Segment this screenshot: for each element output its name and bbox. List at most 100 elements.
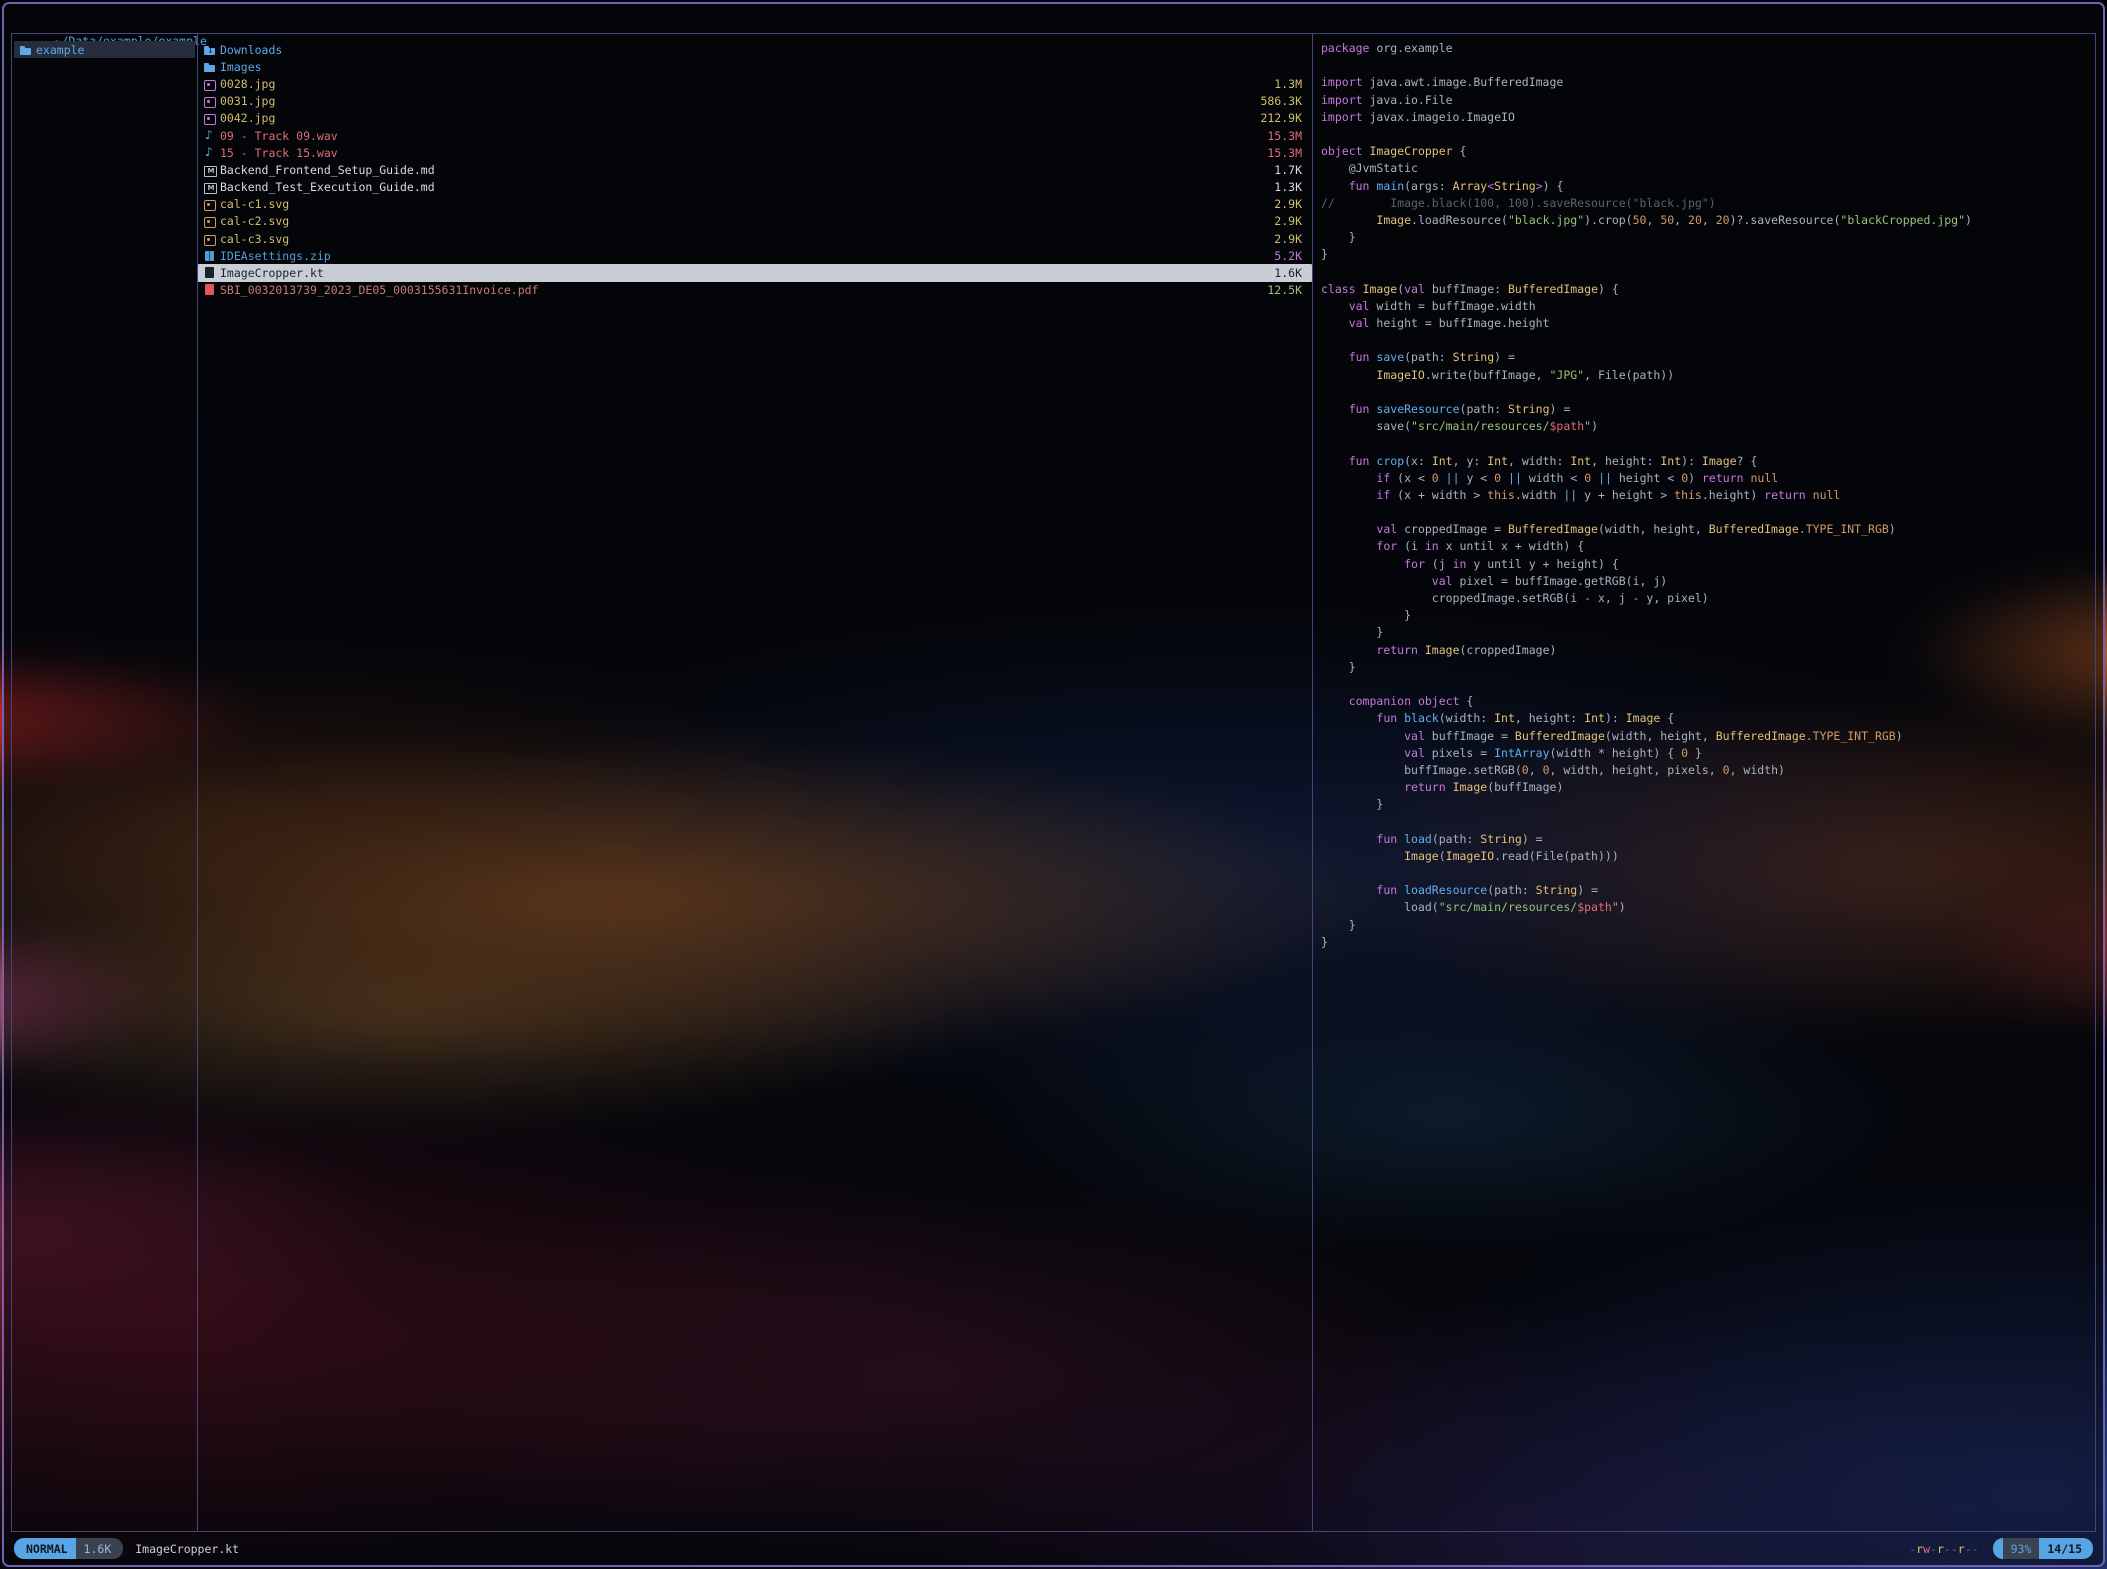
file-row[interactable]: Images xyxy=(198,58,1312,75)
image-icon xyxy=(204,198,216,210)
file-name: SBI_0032013739_2023_DE05_0003155631Invoi… xyxy=(220,283,539,297)
header-breadcrumb: ~/Data/example/example xyxy=(13,8,207,30)
file-name: Backend_Test_Execution_Guide.md xyxy=(220,180,435,194)
code-line: val pixels = IntArray(width * height) { … xyxy=(1321,745,2089,762)
file-row[interactable]: 0028.jpg1.3M xyxy=(198,75,1312,92)
folder-icon xyxy=(204,61,216,73)
code-line: @JvmStatic xyxy=(1321,160,2089,177)
code-line: load("src/main/resources/$path") xyxy=(1321,899,2089,916)
file-size: 586.3K xyxy=(1248,94,1302,108)
file-row-selected[interactable]: ImageCropper.kt 1.6K xyxy=(198,264,1312,281)
code-line: fun black(width: Int, height: Int): Imag… xyxy=(1321,710,2089,727)
file-name: cal-c3.svg xyxy=(220,232,289,246)
file-name: 15 - Track 15.wav xyxy=(220,146,338,160)
audio-icon xyxy=(204,147,216,159)
file-row[interactable]: 15 - Track 15.wav15.3M xyxy=(198,144,1312,161)
file-name: Backend_Frontend_Setup_Guide.md xyxy=(220,163,435,177)
files-pane: ↓Downloads Images0028.jpg1.3M 0031.jpg 586.… xyxy=(198,34,1313,1531)
file-name: Images xyxy=(220,60,262,74)
parent-dir-row-selected[interactable]: example xyxy=(14,41,195,58)
code-line: fun crop(x: Int, y: Int, width: Int, hei… xyxy=(1321,453,2089,470)
status-right: -rw-r--r-- 93% 14/15 xyxy=(1909,1538,2093,1559)
code-line: val width = buffImage.width xyxy=(1321,298,2089,315)
image-icon xyxy=(204,78,216,90)
file-manager: example ↓DownloadsImages0028.jpg1.3M0031… xyxy=(11,33,2096,1532)
file-row[interactable]: 0042.jpg 212.9K xyxy=(198,110,1312,127)
file-name: 09 - Track 09.wav xyxy=(220,129,338,143)
code-line xyxy=(1321,332,2089,349)
file-size: 2.9K xyxy=(1262,197,1302,211)
file-row[interactable]: Backend_Test_Execution_Guide.md 1.3K xyxy=(198,179,1312,196)
code-line: return Image(croppedImage) xyxy=(1321,642,2089,659)
code-line xyxy=(1321,263,2089,280)
status-filename: ImageCropper.kt xyxy=(135,1542,239,1556)
file-row[interactable]: ↓Downloads xyxy=(198,41,1312,58)
file-size: 212.9K xyxy=(1248,111,1302,125)
status-left: NORMAL 1.6K ImageCropper.kt xyxy=(14,1538,239,1559)
file-row[interactable]: cal-c2.svg 2.9K xyxy=(198,213,1312,230)
code-line: fun saveResource(path: String) = xyxy=(1321,401,2089,418)
preview-pane: package org.example import java.awt.imag… xyxy=(1313,34,2095,1531)
code-line: ImageIO.write(buffImage, "JPG", File(pat… xyxy=(1321,367,2089,384)
file-size: 1.6K xyxy=(1262,266,1302,280)
code-line: val buffImage = BufferedImage(width, hei… xyxy=(1321,728,2089,745)
code-line xyxy=(1321,865,2089,882)
file-row[interactable]: Backend_Frontend_Setup_Guide.md 1.7K xyxy=(198,161,1312,178)
file-size: 1.7K xyxy=(1262,163,1302,177)
code-line: fun loadResource(path: String) = xyxy=(1321,882,2089,899)
code-line: class Image(val buffImage: BufferedImage… xyxy=(1321,281,2089,298)
file-row[interactable]: IDEAsettings.zip5.2K xyxy=(198,247,1312,264)
status-bar: NORMAL 1.6K ImageCropper.kt -rw-r--r-- 9… xyxy=(14,1538,2093,1559)
permissions-text: -rw-r--r-- xyxy=(1909,1542,1978,1556)
file-name: cal-c2.svg xyxy=(220,214,289,228)
code-line: } xyxy=(1321,607,2089,624)
file-size-badge: 1.6K xyxy=(76,1538,124,1559)
archive-icon xyxy=(204,250,216,262)
parent-pane: example xyxy=(12,34,198,1531)
code-line xyxy=(1321,676,2089,693)
file-size: 15.3M xyxy=(1255,129,1302,143)
code-line: import java.awt.image.BufferedImage xyxy=(1321,74,2089,91)
code-line: } xyxy=(1321,624,2089,641)
file-row[interactable]: 09 - Track 09.wav 15.3M xyxy=(198,127,1312,144)
terminal-window: ~/Data/example/example example ↓Download… xyxy=(2,2,2105,1567)
file-row[interactable]: SBI_0032013739_2023_DE05_0003155631Invoi… xyxy=(198,282,1312,299)
code-line: Image.loadResource("black.jpg").crop(50,… xyxy=(1321,212,2089,229)
code-line: fun main(args: Array<String>) { xyxy=(1321,178,2089,195)
image-icon xyxy=(204,95,216,107)
code-line: } xyxy=(1321,659,2089,676)
scroll-percent-badge: 93% xyxy=(2003,1538,2040,1559)
code-line: return Image(buffImage) xyxy=(1321,779,2089,796)
code-line: } xyxy=(1321,796,2089,813)
file-name: IDEAsettings.zip xyxy=(220,249,331,263)
audio-icon xyxy=(204,130,216,142)
image-icon xyxy=(204,233,216,245)
file-name: 0028.jpg xyxy=(220,77,275,91)
file-name: 0031.jpg xyxy=(220,94,275,108)
code-line: fun load(path: String) = xyxy=(1321,831,2089,848)
file-size: 2.9K xyxy=(1262,214,1302,228)
code-line: Image(ImageIO.read(File(path))) xyxy=(1321,848,2089,865)
file-row[interactable]: cal-c3.svg2.9K xyxy=(198,230,1312,247)
code-line xyxy=(1321,57,2089,74)
markdown-icon xyxy=(204,181,216,193)
file-row[interactable]: 0031.jpg 586.3K xyxy=(198,93,1312,110)
code-line: companion object { xyxy=(1321,693,2089,710)
code-line: buffImage.setRGB(0, 0, width, height, pi… xyxy=(1321,762,2089,779)
cursor-position-badge: 14/15 xyxy=(2039,1538,2093,1559)
pill-cap xyxy=(1993,1538,2003,1559)
mode-badge: NORMAL xyxy=(14,1538,76,1559)
file-name: Downloads xyxy=(220,43,282,57)
code-line: if (x < 0 || y < 0 || width < 0 || heigh… xyxy=(1321,470,2089,487)
file-name: 0042.jpg xyxy=(220,111,275,125)
code-line: fun save(path: String) = xyxy=(1321,349,2089,366)
code-line: } xyxy=(1321,917,2089,934)
code-line: for (j in y until y + height) { xyxy=(1321,556,2089,573)
file-size: 1.3K xyxy=(1262,180,1302,194)
file-name: ImageCropper.kt xyxy=(220,266,324,280)
code-line xyxy=(1321,813,2089,830)
code-line xyxy=(1321,504,2089,521)
code-line: // Image.black(100, 100).saveResource("b… xyxy=(1321,195,2089,212)
code-line: package org.example xyxy=(1321,40,2089,57)
file-row[interactable]: cal-c1.svg2.9K xyxy=(198,196,1312,213)
